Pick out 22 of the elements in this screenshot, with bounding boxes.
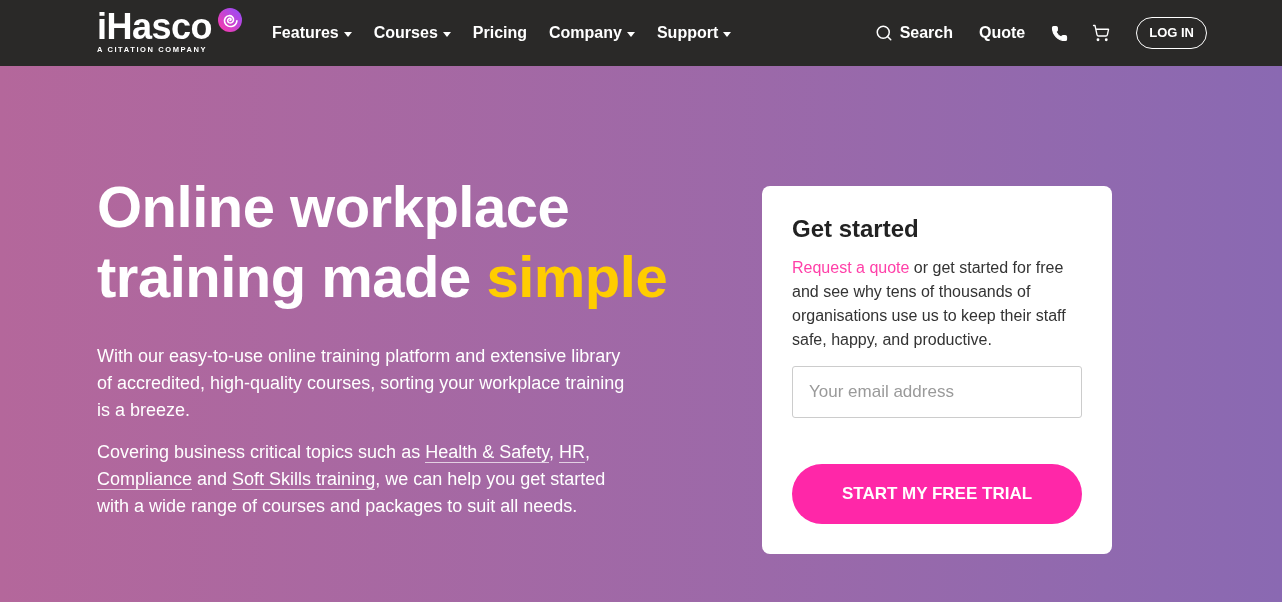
nav-menu-item[interactable]: Features (272, 21, 352, 45)
cart-icon[interactable] (1092, 24, 1111, 42)
text-link[interactable]: Soft Skills training (232, 469, 376, 490)
email-input-field[interactable]: Your email address (792, 366, 1082, 418)
swirl-logo-icon (218, 8, 243, 32)
search-button[interactable]: Search (874, 21, 953, 45)
text-link[interactable]: Health & Safety (425, 442, 549, 463)
hero-headline: Online workplace training made simple (97, 173, 669, 311)
nav-menu-item[interactable]: Pricing (472, 21, 528, 45)
hero-paragraph: Covering business critical topics such as Health & Safety, HR, Compliance and Soft Skills training, we can help you get started with a wide range of courses and packages to suit all needs. (97, 441, 607, 518)
card-intro-text: Request a quote or get started for free and see why tens of thousands of organisations use us to keep their staff safe, happy, and productive. (792, 258, 1067, 350)
nav-menu-item[interactable]: Courses (373, 21, 451, 45)
hero-paragraph: With our easy-to-use online training platform and extensive library of accredited, high-quality courses, sorting your workplace training is a breeze. (97, 345, 626, 422)
logo-wordmark[interactable]: iHasco (97, 12, 213, 42)
nav-menu-item[interactable]: Company (549, 21, 635, 45)
text-link[interactable]: HR (558, 442, 585, 463)
quote-link[interactable]: Quote (979, 21, 1026, 45)
phone-icon[interactable] (1051, 24, 1069, 42)
search-icon (874, 24, 893, 42)
card-title: Get started (792, 214, 920, 244)
nav-menu-item[interactable]: Support (656, 21, 732, 45)
text-link[interactable]: Compliance (97, 469, 193, 490)
